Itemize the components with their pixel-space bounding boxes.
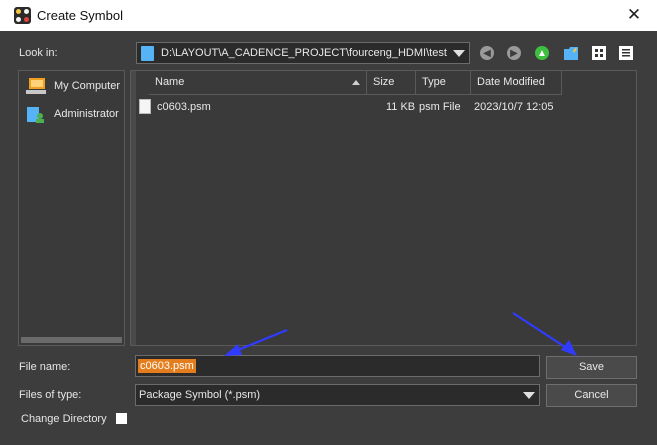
file-list: Name Size Type Date Modified c0603.psm 1… <box>130 70 637 346</box>
file-date: 2023/10/7 12:05 <box>474 101 554 113</box>
new-folder-icon <box>564 47 578 60</box>
file-name: c0603.psm <box>157 101 211 113</box>
forward-button[interactable]: ▶ <box>505 44 523 62</box>
file-name-input[interactable]: c0603.psm <box>135 355 540 377</box>
title-bar: Create Symbol ✕ <box>0 0 657 31</box>
file-type-value: Package Symbol (*.psm) <box>139 389 261 401</box>
up-folder-icon: ▲ <box>535 46 549 60</box>
sidebar-item-administrator[interactable]: Administrator <box>25 103 119 125</box>
new-folder-button[interactable] <box>562 44 580 62</box>
file-row[interactable]: c0603.psm 11 KB psm File 2023/10/7 12:05 <box>137 98 567 118</box>
folder-icon <box>141 46 154 61</box>
column-header-type[interactable]: Type <box>416 71 471 95</box>
user-folder-icon <box>25 105 47 123</box>
dropdown-arrow-icon[interactable] <box>523 392 535 399</box>
app-icon <box>14 7 31 24</box>
column-header-label: Type <box>422 76 446 88</box>
save-button[interactable]: Save <box>546 356 637 379</box>
dropdown-arrow-icon[interactable] <box>453 50 465 57</box>
forward-icon: ▶ <box>507 46 521 60</box>
detail-view-icon <box>619 46 633 60</box>
column-header-label: Date Modified <box>477 76 545 88</box>
close-button[interactable]: ✕ <box>624 5 644 25</box>
look-in-path: D:\LAYOUT\A_CADENCE_PROJECT\fourceng_HDM… <box>161 47 447 59</box>
sidebar-item-label: Administrator <box>54 108 119 120</box>
change-directory-checkbox[interactable] <box>116 413 127 424</box>
computer-icon <box>25 77 47 95</box>
file-name-value: c0603.psm <box>138 359 196 373</box>
column-header-name[interactable]: Name <box>149 71 367 95</box>
row-margin <box>131 71 136 345</box>
list-view-icon <box>592 46 606 60</box>
window-title: Create Symbol <box>37 8 123 23</box>
look-in-combo[interactable]: D:\LAYOUT\A_CADENCE_PROJECT\fourceng_HDM… <box>136 42 470 64</box>
cancel-button[interactable]: Cancel <box>546 384 637 407</box>
file-name-label: File name: <box>19 361 71 373</box>
list-view-button[interactable] <box>590 44 608 62</box>
back-icon: ◀ <box>480 46 494 60</box>
column-header-date[interactable]: Date Modified <box>471 71 562 95</box>
back-button[interactable]: ◀ <box>478 44 496 62</box>
file-type: psm File <box>419 101 461 113</box>
look-in-label: Look in: <box>19 47 58 59</box>
column-header-size[interactable]: Size <box>367 71 416 95</box>
file-type-label: Files of type: <box>19 389 82 401</box>
file-type-select[interactable]: Package Symbol (*.psm) <box>135 384 540 406</box>
column-header-label: Size <box>373 76 395 88</box>
file-size: 11 KB <box>386 101 416 113</box>
detail-view-button[interactable] <box>617 44 635 62</box>
sidebar-scrollbar[interactable] <box>21 337 122 343</box>
column-header-label: Name <box>155 76 185 88</box>
file-icon <box>139 99 151 114</box>
sort-ascending-icon <box>352 80 360 85</box>
sidebar-item-my-computer[interactable]: My Computer <box>25 75 120 97</box>
change-directory-label: Change Directory <box>21 413 107 425</box>
places-sidebar: My Computer Administrator <box>18 70 125 346</box>
sidebar-item-label: My Computer <box>54 80 121 92</box>
up-folder-button[interactable]: ▲ <box>533 44 551 62</box>
